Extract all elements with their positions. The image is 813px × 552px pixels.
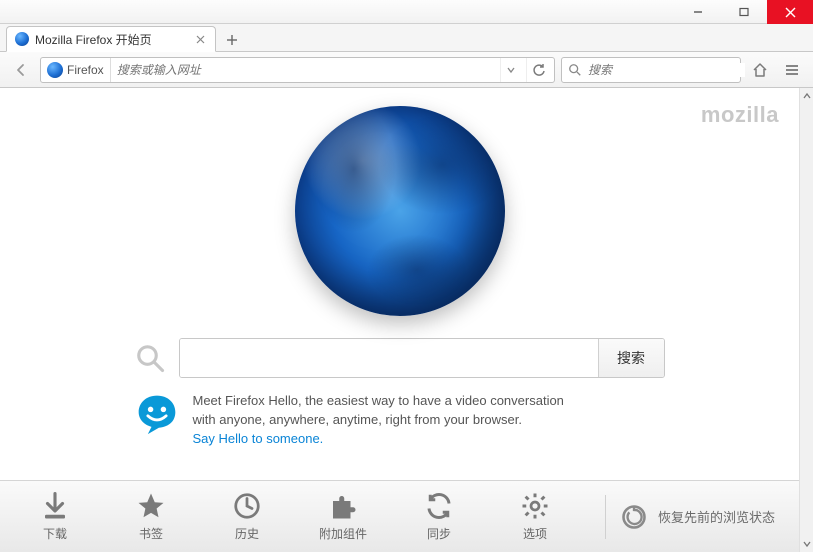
sync-icon xyxy=(424,491,454,521)
launch-history[interactable]: 历史 xyxy=(202,491,292,542)
new-tab-button[interactable] xyxy=(220,29,244,51)
viewport: mozilla 搜索 Meet Firefox Hello, the easie… xyxy=(0,88,813,552)
scroll-up-button[interactable] xyxy=(800,88,813,104)
tab-title: Mozilla Firefox 开始页 xyxy=(35,31,152,48)
launch-label: 书签 xyxy=(139,525,163,542)
gear-icon xyxy=(520,491,550,521)
hello-promo: Meet Firefox Hello, the easiest way to h… xyxy=(135,392,665,449)
chevron-down-icon xyxy=(507,66,515,74)
restore-icon xyxy=(620,503,648,531)
star-icon xyxy=(136,491,166,521)
search-icon xyxy=(135,343,165,373)
hello-chat-icon xyxy=(135,392,179,436)
menu-button[interactable] xyxy=(779,57,805,83)
globe-icon xyxy=(47,62,63,78)
chevron-up-icon xyxy=(803,92,811,100)
tab-close-button[interactable] xyxy=(193,32,207,46)
identity-label: Firefox xyxy=(67,63,104,77)
nav-toolbar: Firefox xyxy=(0,52,813,88)
window-close-button[interactable] xyxy=(767,0,813,24)
search-input[interactable] xyxy=(588,63,745,77)
scrollbar-vertical[interactable] xyxy=(799,88,813,552)
window-minimize-button[interactable] xyxy=(675,0,721,24)
launch-options[interactable]: 选项 xyxy=(490,491,580,542)
tab-strip: Mozilla Firefox 开始页 xyxy=(0,24,813,52)
hamburger-icon xyxy=(784,62,800,78)
minimize-icon xyxy=(693,7,703,17)
launch-label: 附加组件 xyxy=(319,525,367,542)
hello-text: Meet Firefox Hello, the easiest way to h… xyxy=(193,392,564,449)
reload-button[interactable] xyxy=(526,58,550,82)
hello-line2: with anyone, anywhere, anytime, right fr… xyxy=(193,412,522,427)
close-icon xyxy=(785,7,796,18)
chevron-down-icon xyxy=(803,540,811,548)
arrow-left-icon xyxy=(13,62,29,78)
center-search-button[interactable]: 搜索 xyxy=(598,339,664,377)
window-maximize-button[interactable] xyxy=(721,0,767,24)
scroll-track[interactable] xyxy=(800,104,813,536)
center-search-input[interactable] xyxy=(180,339,598,377)
launch-label: 选项 xyxy=(523,525,547,542)
tab-favicon-globe-icon xyxy=(15,32,29,46)
window-titlebar xyxy=(0,0,813,24)
url-bar[interactable]: Firefox xyxy=(40,57,555,83)
puzzle-icon xyxy=(328,491,358,521)
close-icon xyxy=(196,35,205,44)
url-history-dropdown[interactable] xyxy=(500,58,520,82)
launch-label: 下载 xyxy=(43,525,67,542)
launch-label: 同步 xyxy=(427,525,451,542)
launch-label: 历史 xyxy=(235,525,259,542)
tab-active[interactable]: Mozilla Firefox 开始页 xyxy=(6,26,216,52)
mozilla-wordmark: mozilla xyxy=(701,102,779,128)
launch-bar: 下载 书签 历史 附加组件 同步 选项 xyxy=(0,480,799,552)
back-button[interactable] xyxy=(8,57,34,83)
download-icon xyxy=(40,491,70,521)
scroll-down-button[interactable] xyxy=(800,536,813,552)
home-icon xyxy=(752,62,768,78)
search-bar[interactable] xyxy=(561,57,741,83)
url-input[interactable] xyxy=(117,58,494,82)
plus-icon xyxy=(226,34,238,46)
center-search: 搜索 xyxy=(135,338,665,378)
home-button[interactable] xyxy=(747,57,773,83)
search-icon xyxy=(568,63,582,77)
restore-label: 恢复先前的浏览状态 xyxy=(658,507,775,526)
launch-sync[interactable]: 同步 xyxy=(394,491,484,542)
clock-icon xyxy=(232,491,262,521)
hello-line1: Meet Firefox Hello, the easiest way to h… xyxy=(193,393,564,408)
maximize-icon xyxy=(739,7,749,17)
nightly-globe-icon xyxy=(295,106,505,316)
launch-downloads[interactable]: 下载 xyxy=(10,491,100,542)
restore-session-button[interactable]: 恢复先前的浏览状态 xyxy=(605,495,789,539)
launch-bookmarks[interactable]: 书签 xyxy=(106,491,196,542)
hello-link[interactable]: Say Hello to someone. xyxy=(193,431,324,446)
launch-addons[interactable]: 附加组件 xyxy=(298,491,388,542)
start-page: mozilla 搜索 Meet Firefox Hello, the easie… xyxy=(0,88,799,552)
identity-box[interactable]: Firefox xyxy=(45,58,111,82)
reload-icon xyxy=(532,63,546,77)
